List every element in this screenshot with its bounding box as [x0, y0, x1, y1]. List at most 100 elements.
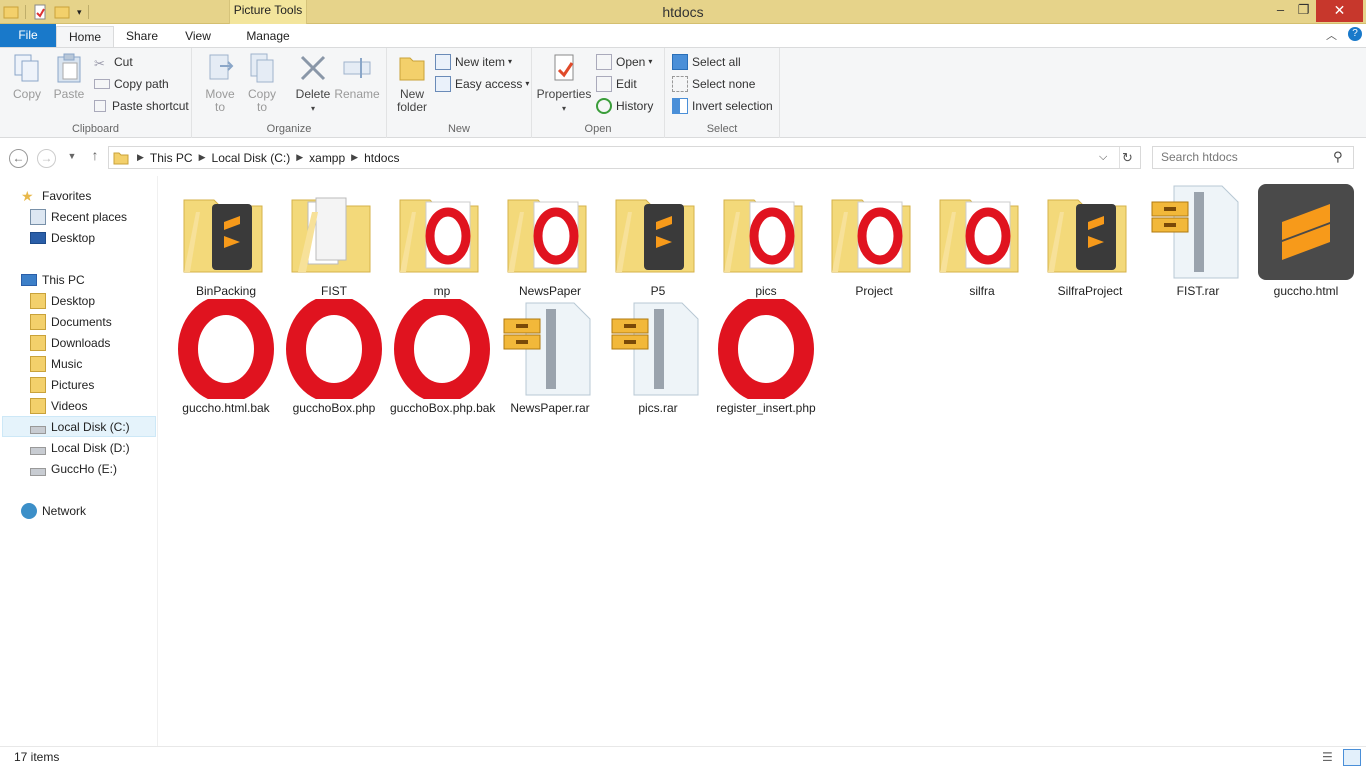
delete-button[interactable]: Delete ▾ — [292, 52, 334, 115]
archive-icon — [500, 299, 600, 399]
search-icon[interactable]: ⚲ — [1333, 149, 1343, 165]
sidebar-item-local-disk-d[interactable]: Local Disk (D:) — [30, 438, 130, 458]
breadcrumb-local-disk-c[interactable]: Local Disk (C:) — [206, 151, 297, 165]
new-folder-button[interactable]: New folder — [393, 52, 431, 114]
breadcrumb-this-pc[interactable]: This PC — [144, 151, 199, 165]
breadcrumb-separator[interactable]: ▶ — [137, 152, 144, 163]
sidebar-item-network[interactable]: Network — [21, 501, 86, 521]
file-item[interactable]: Project — [822, 182, 926, 299]
copy-to-button[interactable]: Copy to — [242, 52, 282, 114]
file-item[interactable]: register_insert.php — [714, 295, 818, 416]
address-bar[interactable]: ▶ This PC ▶ Local Disk (C:) ▶ xampp ▶ ht… — [108, 146, 1141, 169]
file-item[interactable]: pics.rar — [606, 299, 710, 416]
large-icons-view-icon[interactable] — [1343, 749, 1361, 766]
easy-access-button[interactable]: Easy access ▾ — [435, 74, 529, 94]
sidebar-item-recent-places[interactable]: Recent places — [30, 207, 127, 227]
sidebar-item-pictures[interactable]: Pictures — [30, 375, 94, 395]
back-button[interactable]: ← — [9, 149, 28, 168]
open-button[interactable]: Open ▾ — [596, 52, 652, 72]
new-item-button[interactable]: New item ▾ — [435, 52, 512, 72]
history-button[interactable]: History — [596, 96, 653, 116]
folder-icon — [392, 182, 492, 282]
maximize-button[interactable]: ❐ — [1290, 0, 1317, 22]
forward-arrow-icon: → — [40, 151, 53, 165]
copy-path-button[interactable]: Copy path — [94, 74, 169, 94]
paste-button[interactable]: Paste — [50, 52, 88, 101]
address-dropdown-icon[interactable]: ⌵ — [1099, 151, 1107, 164]
opera-icon — [176, 295, 276, 403]
cut-button[interactable]: ✂ Cut — [94, 52, 133, 72]
videos-folder-icon — [30, 398, 46, 414]
new-group: New folder New item ▾ Easy access ▾ New — [387, 48, 532, 138]
file-item[interactable]: NewsPaper — [498, 182, 602, 299]
delete-icon — [300, 55, 326, 81]
file-item[interactable]: pics — [714, 182, 818, 299]
details-view-icon[interactable]: ☰ — [1322, 750, 1333, 764]
breadcrumb-htdocs[interactable]: htdocs — [358, 151, 405, 165]
copy-path-label: Copy path — [114, 77, 169, 91]
file-item[interactable]: silfra — [930, 182, 1034, 299]
tab-file[interactable]: File — [0, 24, 56, 47]
select-none-button[interactable]: Select none — [672, 74, 755, 94]
select-all-button[interactable]: Select all — [672, 52, 741, 72]
file-item[interactable]: FIST — [282, 182, 386, 299]
file-item[interactable]: BinPacking — [174, 182, 278, 299]
file-item[interactable]: guccho.html — [1254, 182, 1358, 299]
file-item[interactable]: NewsPaper.rar — [498, 299, 602, 416]
tab-view[interactable]: View — [170, 26, 226, 47]
file-item[interactable]: mp — [390, 182, 494, 299]
select-all-icon — [672, 54, 688, 70]
sidebar-item-guccho-e[interactable]: GuccHo (E:) — [30, 459, 117, 479]
folder-icon — [608, 182, 708, 282]
file-item[interactable]: gucchoBox.php — [282, 295, 386, 416]
file-item[interactable]: gucchoBox.php.bak — [390, 295, 496, 416]
file-name: guccho.html — [1273, 284, 1339, 298]
file-item[interactable]: guccho.html.bak — [174, 295, 278, 416]
sidebar-item-local-disk-c[interactable]: Local Disk (C:) — [30, 417, 130, 437]
sidebar-item-favorites[interactable]: ★ Favorites — [21, 186, 91, 206]
breadcrumb-separator[interactable]: ▶ — [351, 152, 358, 163]
sidebar-item-downloads[interactable]: Downloads — [30, 333, 110, 353]
archive-icon — [1148, 182, 1248, 282]
ribbon: Copy Paste ✂ Cut Copy path Paste shortcut… — [0, 47, 1366, 138]
breadcrumb-xampp[interactable]: xampp — [303, 151, 351, 165]
breadcrumb-separator[interactable]: ▶ — [199, 152, 206, 163]
paste-shortcut-button[interactable]: Paste shortcut — [94, 96, 189, 116]
sidebar-item-music[interactable]: Music — [30, 354, 82, 374]
properties-button[interactable]: Properties ▾ — [536, 52, 592, 115]
file-item[interactable]: P5 — [606, 182, 710, 299]
help-icon[interactable]: ? — [1348, 27, 1362, 41]
tab-manage[interactable]: Manage — [230, 26, 306, 47]
file-item[interactable]: FIST.rar — [1146, 182, 1250, 299]
rename-button[interactable]: Rename — [334, 52, 380, 101]
breadcrumb-separator[interactable]: ▶ — [296, 152, 303, 163]
easy-access-label: Easy access — [455, 77, 523, 91]
search-input[interactable]: Search htdocs — [1152, 146, 1354, 169]
file-item[interactable]: SilfraProject — [1038, 182, 1142, 299]
refresh-icon[interactable]: ↻ — [1122, 150, 1133, 166]
sidebar-item-videos[interactable]: Videos — [30, 396, 87, 416]
forward-button[interactable]: → — [37, 149, 56, 168]
sidebar-label: Videos — [51, 399, 88, 413]
up-button[interactable]: ↑ — [85, 147, 105, 165]
copy-button[interactable]: Copy — [8, 52, 46, 101]
close-button[interactable]: ✕ — [1316, 0, 1363, 22]
file-name: gucchoBox.php.bak — [390, 401, 496, 415]
sidebar-item-documents[interactable]: Documents — [30, 312, 112, 332]
recent-locations-button[interactable]: ▼ — [62, 151, 82, 169]
move-to-button[interactable]: Move to — [200, 52, 240, 114]
sidebar-item-desktop-favorite[interactable]: Desktop — [30, 228, 95, 248]
open-group: Properties ▾ Open ▾ Edit History Open — [532, 48, 665, 138]
select-group-label: Select — [706, 123, 738, 135]
invert-selection-button[interactable]: Invert selection — [672, 96, 773, 116]
tab-home[interactable]: Home — [56, 26, 114, 47]
tab-share[interactable]: Share — [114, 26, 170, 47]
easy-access-icon — [435, 76, 451, 92]
edit-button[interactable]: Edit — [596, 74, 637, 94]
sidebar-item-this-pc[interactable]: This PC — [21, 270, 85, 290]
collapse-ribbon-icon[interactable]: ︿ — [1326, 27, 1337, 43]
folder-icon — [932, 182, 1032, 282]
sidebar-item-desktop[interactable]: Desktop — [30, 291, 95, 311]
downloads-folder-icon — [30, 335, 46, 351]
status-bar: 17 items ☰ — [0, 746, 1366, 768]
